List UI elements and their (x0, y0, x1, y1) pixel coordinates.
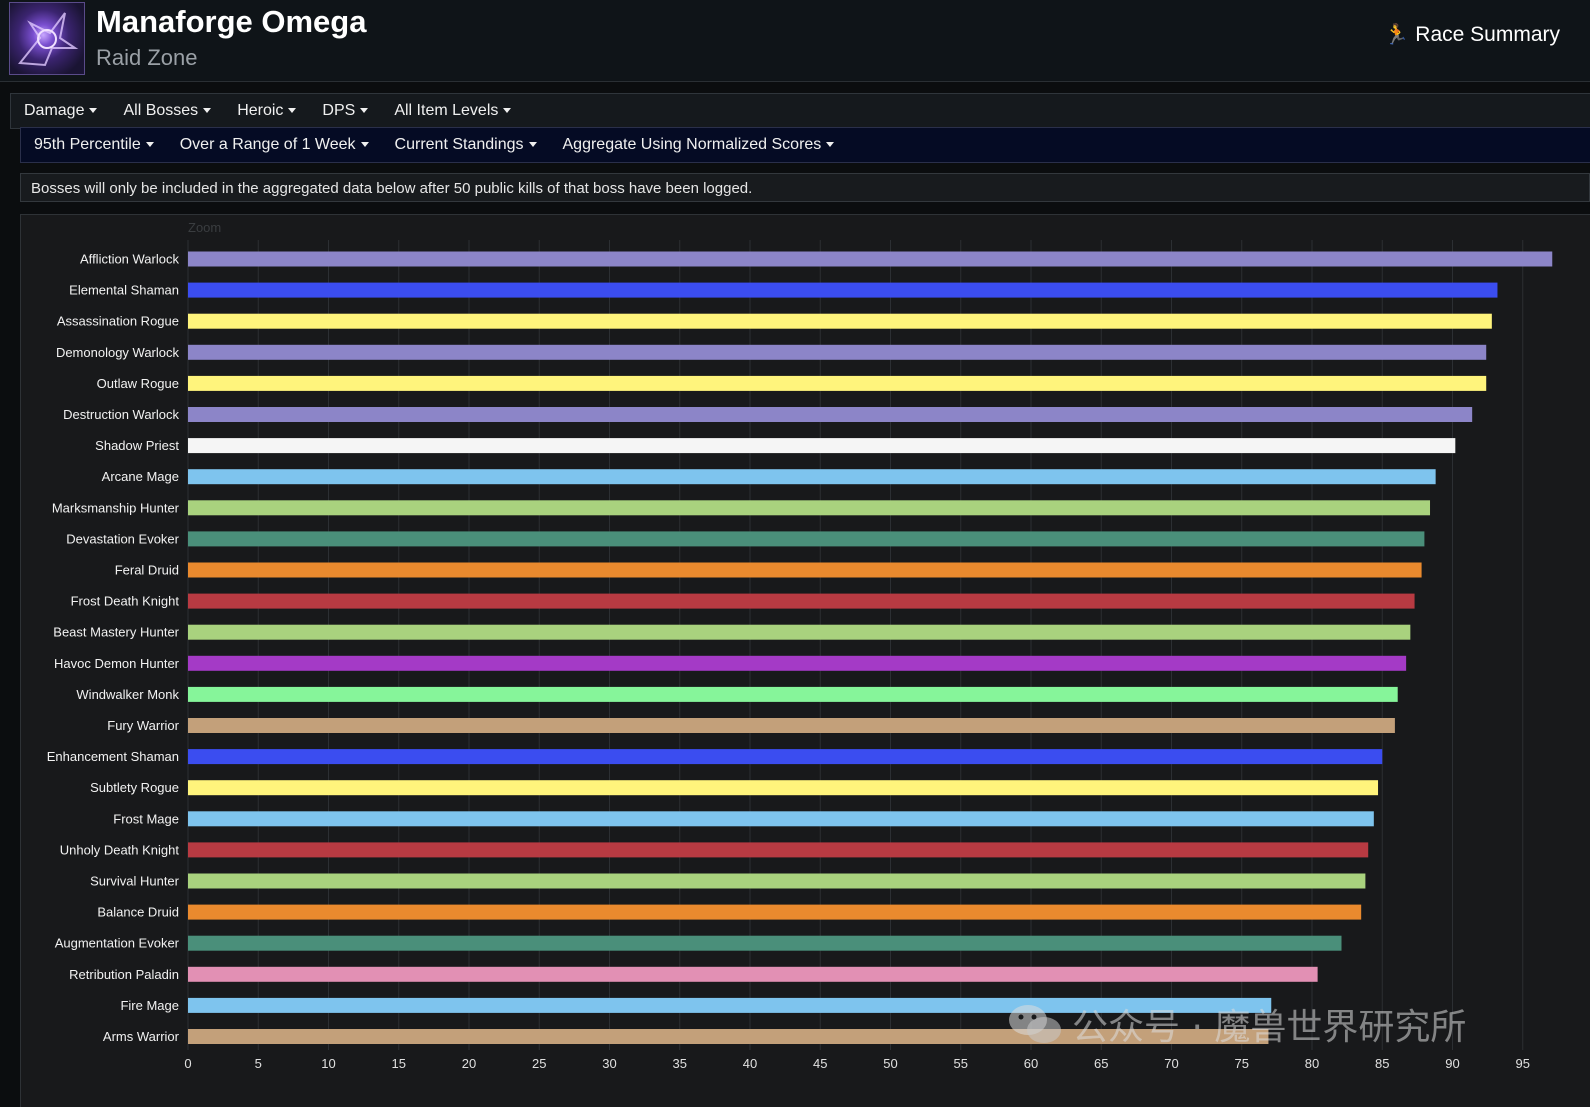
x-tick-label: 30 (602, 1056, 616, 1071)
category-label: Affliction Warlock (80, 252, 179, 267)
bar (188, 531, 1425, 547)
category-label: Enhancement Shaman (47, 749, 179, 764)
bar-chart: 0 5 10 15 20 25 30 35 40 45 50 55 60 65 70 75 80 85 90 95 Af… (47, 240, 1553, 1071)
x-tick-label: 5 (255, 1056, 262, 1071)
x-tick-label: 65 (1094, 1056, 1108, 1071)
category-label: Feral Druid (115, 563, 179, 578)
bar (188, 624, 1411, 640)
watermark: 公众号 · 魔兽世界研究所 (1008, 998, 1466, 1050)
bar (188, 313, 1492, 329)
x-tick-label: 70 (1164, 1056, 1178, 1071)
bar (188, 935, 1342, 951)
category-label: Beast Mastery Hunter (53, 625, 179, 640)
category-label: Unholy Death Knight (60, 842, 180, 857)
category-label: Marksmanship Hunter (52, 500, 180, 515)
category-label: Augmentation Evoker (55, 936, 180, 951)
bar (188, 562, 1422, 578)
category-label: Fury Warrior (107, 718, 179, 733)
x-tick-label: 55 (954, 1056, 968, 1071)
category-label: Windwalker Monk (76, 687, 179, 702)
bar (188, 251, 1553, 267)
x-tick-label: 15 (392, 1056, 406, 1071)
bar (188, 718, 1395, 733)
x-tick-label: 35 (673, 1056, 687, 1071)
bar (188, 438, 1456, 454)
x-tick-label: 45 (813, 1056, 827, 1071)
x-tick-label: 80 (1305, 1056, 1319, 1071)
category-label: Elemental Shaman (69, 283, 179, 298)
category-label: Arms Warrior (103, 1029, 180, 1044)
bar (188, 686, 1398, 702)
bar (188, 593, 1415, 609)
bar (188, 811, 1374, 827)
bar (188, 780, 1379, 796)
bar (188, 966, 1318, 982)
category-label: Fire Mage (120, 998, 179, 1013)
category-label: Havoc Demon Hunter (54, 656, 180, 671)
x-tick-label: 90 (1445, 1056, 1459, 1071)
bar (188, 282, 1498, 298)
category-label: Devastation Evoker (66, 531, 179, 546)
category-label: Frost Death Knight (71, 594, 180, 609)
x-tick-label: 0 (184, 1056, 191, 1071)
x-tick-label: 40 (743, 1056, 757, 1071)
category-label: Arcane Mage (102, 469, 179, 484)
category-label: Balance Druid (97, 905, 179, 920)
wechat-logo-icon (1008, 1003, 1062, 1045)
bar (188, 407, 1473, 422)
bar (188, 842, 1369, 858)
bar (188, 749, 1383, 765)
x-tick-label: 50 (883, 1056, 897, 1071)
bar (188, 469, 1436, 485)
category-label: Frost Mage (113, 811, 179, 826)
x-tick-label: 95 (1516, 1056, 1530, 1071)
category-label: Survival Hunter (90, 874, 180, 889)
category-label: Shadow Priest (95, 438, 179, 453)
bar (188, 655, 1407, 671)
category-label: Destruction Warlock (63, 407, 179, 422)
x-tick-label: 60 (1024, 1056, 1038, 1071)
bar (188, 500, 1431, 516)
category-label: Retribution Paladin (69, 967, 179, 982)
category-label: Demonology Warlock (56, 345, 180, 360)
x-tick-label: 75 (1235, 1056, 1249, 1071)
category-label: Outlaw Rogue (97, 376, 179, 391)
x-tick-label: 10 (321, 1056, 335, 1071)
category-label: Subtlety Rogue (90, 780, 179, 795)
bar (188, 904, 1362, 920)
bar (188, 344, 1487, 360)
watermark-text: 公众号 · 魔兽世界研究所 (1072, 1007, 1467, 1048)
bar (188, 375, 1487, 391)
category-label: Assassination Rogue (57, 314, 179, 329)
x-tick-label: 25 (532, 1056, 546, 1071)
x-tick-label: 85 (1375, 1056, 1389, 1071)
x-tick-label: 20 (462, 1056, 476, 1071)
bar (188, 873, 1366, 889)
